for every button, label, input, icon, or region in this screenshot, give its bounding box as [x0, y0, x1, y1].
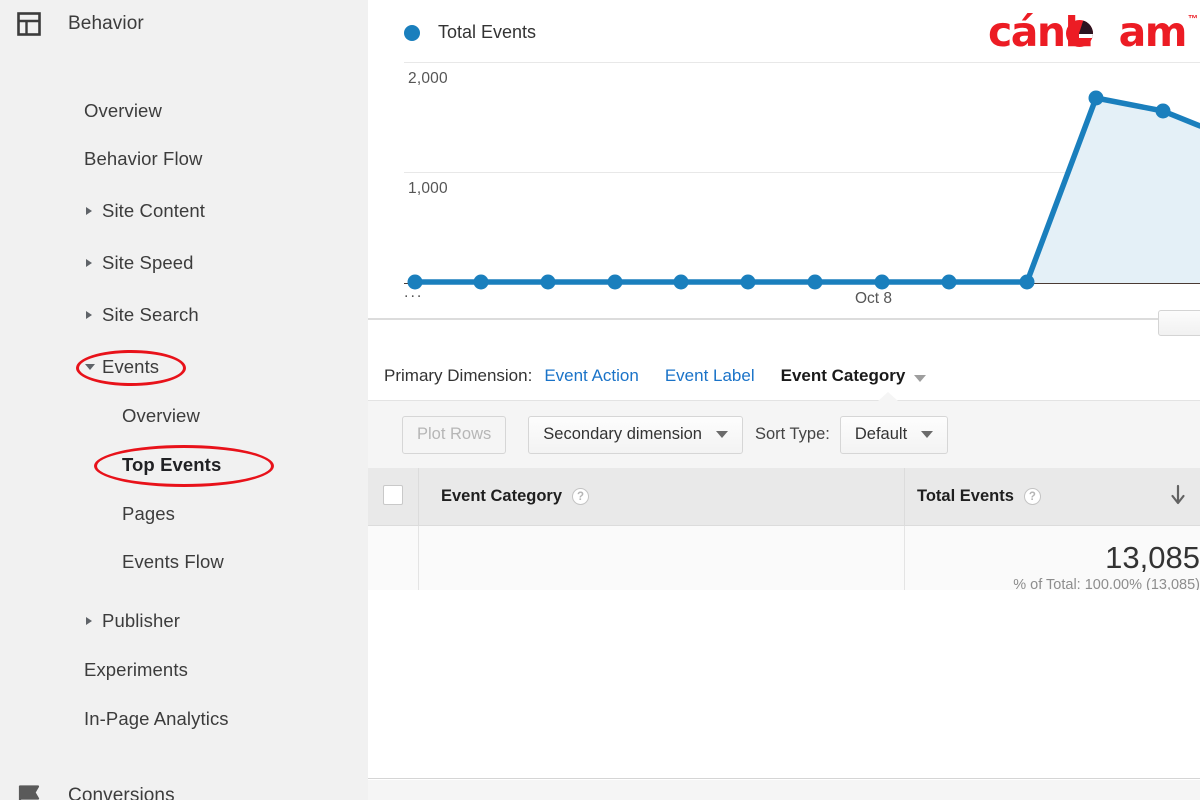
column-header-total-events[interactable]: Total Events ?: [904, 468, 1200, 525]
primary-dimension-label: Primary Dimension:: [384, 366, 533, 385]
flag-icon: [14, 781, 44, 800]
secondary-dimension-button[interactable]: Secondary dimension: [528, 415, 743, 454]
main-content: Total Events cánheam ™ 2,000 1,000: [368, 0, 1200, 800]
sidebar-item-publisher[interactable]: Publisher: [0, 595, 368, 647]
sidebar-item-site-search[interactable]: Site Search: [0, 289, 368, 341]
xaxis-ellipsis: ...: [404, 284, 424, 301]
table-header-row: Event Category ? Total Events ?: [368, 468, 1200, 526]
secondary-dimension-label: Secondary dimension: [543, 425, 702, 443]
select-all-cell[interactable]: [368, 468, 418, 525]
events-chart-card: Total Events cánheam ™ 2,000 1,000: [368, 0, 1200, 336]
select-all-checkbox[interactable]: [383, 485, 403, 505]
logo-pie-icon: [1065, 20, 1093, 47]
sidebar-item-events-flow[interactable]: Events Flow: [0, 536, 368, 588]
help-icon[interactable]: ?: [1023, 488, 1041, 505]
column-header-label: Total Events: [917, 487, 1014, 505]
sort-type-value: Default: [854, 425, 908, 443]
page-footer: [368, 780, 1200, 800]
legend-label: Total Events: [438, 22, 537, 42]
primary-dimension-event-category[interactable]: Event Category: [781, 366, 906, 386]
chart-options-button[interactable]: [1158, 310, 1200, 336]
logo-trademark: ™: [1188, 14, 1198, 25]
sidebar-item-label: Site Search: [102, 304, 199, 325]
sidebar-item-label: Pages: [122, 503, 175, 524]
table-empty-area: [368, 590, 1200, 779]
primary-dimension-event-label[interactable]: Event Label: [665, 366, 755, 386]
plot-rows-button[interactable]: Plot Rows: [402, 415, 507, 454]
sidebar-item-experiments[interactable]: Experiments: [0, 644, 368, 696]
sidebar-item-label: Site Speed: [102, 252, 194, 273]
chevron-right-icon: [86, 259, 92, 267]
chart-series-svg: [407, 90, 1200, 290]
sidebar-section-label: Conversions: [68, 785, 175, 800]
sidebar-item-label: In-Page Analytics: [84, 708, 229, 729]
sidebar-section-conversions[interactable]: Conversions: [0, 772, 368, 800]
canheam-logo: cánheam ™: [987, 8, 1198, 56]
table-control-bar: Plot Rows Secondary dimension Sort Type:…: [368, 392, 1200, 468]
help-icon[interactable]: ?: [572, 488, 590, 505]
sidebar-item-events[interactable]: Events: [0, 341, 368, 393]
sidebar-item-label: Top Events: [122, 454, 222, 475]
sidebar-item-label: Behavior Flow: [84, 148, 203, 169]
left-sidebar: Behavior Overview Behavior Flow Site Con…: [0, 0, 368, 800]
chevron-right-icon: [86, 207, 92, 215]
table-header: Event Category ? Total Events ?: [368, 468, 1200, 526]
chevron-down-icon[interactable]: [914, 374, 927, 382]
analytics-page: Behavior Overview Behavior Flow Site Con…: [0, 0, 1200, 800]
sidebar-item-label: Experiments: [84, 659, 188, 680]
plot-rows-label: Plot Rows: [417, 425, 492, 443]
sidebar-item-events-overview[interactable]: Overview: [0, 390, 368, 442]
logo-wordmark: cánheam: [987, 8, 1188, 56]
chart-bottom-divider: [368, 318, 1158, 320]
chevron-right-icon: [86, 311, 92, 319]
chart-plot-area: 2,000 1,000 Oct 8: [368, 54, 1200, 307]
sidebar-item-site-content[interactable]: Site Content: [0, 185, 368, 237]
primary-dimension-bar: Primary Dimension: Event Action Event La…: [368, 358, 927, 394]
sidebar-item-label: Site Content: [102, 200, 206, 221]
sort-desc-arrow-icon[interactable]: [1170, 484, 1186, 508]
sidebar-section-label: Behavior: [68, 13, 144, 34]
sort-type-label: Sort Type:: [754, 425, 830, 443]
sidebar-item-site-speed[interactable]: Site Speed: [0, 237, 368, 289]
sidebar-item-label: Overview: [84, 100, 162, 121]
chevron-right-icon: [86, 617, 92, 625]
sidebar-item-in-page-analytics[interactable]: In-Page Analytics: [0, 693, 368, 745]
chevron-down-icon: [715, 431, 728, 438]
sidebar-item-overview[interactable]: Overview: [0, 85, 368, 137]
sidebar-item-label: Overview: [122, 405, 200, 426]
xtick-label-oct8: Oct 8: [855, 290, 893, 307]
layout-icon: [14, 9, 44, 39]
sort-type-select[interactable]: Default: [839, 415, 949, 454]
legend-color-dot: [404, 24, 420, 41]
column-header-event-category[interactable]: Event Category ?: [418, 468, 904, 525]
sidebar-item-behavior-flow[interactable]: Behavior Flow: [0, 133, 368, 185]
column-header-label: Event Category: [441, 487, 563, 505]
sidebar-item-label: Events: [102, 356, 160, 377]
sidebar-item-pages[interactable]: Pages: [0, 488, 368, 540]
chevron-down-icon: [85, 364, 95, 370]
control-bar-notch: [878, 392, 898, 401]
sidebar-item-top-events[interactable]: Top Events: [0, 439, 368, 491]
chart-legend[interactable]: Total Events: [404, 22, 536, 43]
chevron-down-icon: [921, 431, 934, 438]
series-area-fill: [1027, 98, 1200, 283]
summary-total-value: 13,085: [1105, 539, 1200, 575]
primary-dimension-event-action[interactable]: Event Action: [544, 366, 639, 386]
sidebar-section-behavior[interactable]: Behavior: [0, 0, 368, 48]
sidebar-item-label: Events Flow: [122, 551, 224, 572]
sidebar-item-label: Publisher: [102, 610, 181, 631]
